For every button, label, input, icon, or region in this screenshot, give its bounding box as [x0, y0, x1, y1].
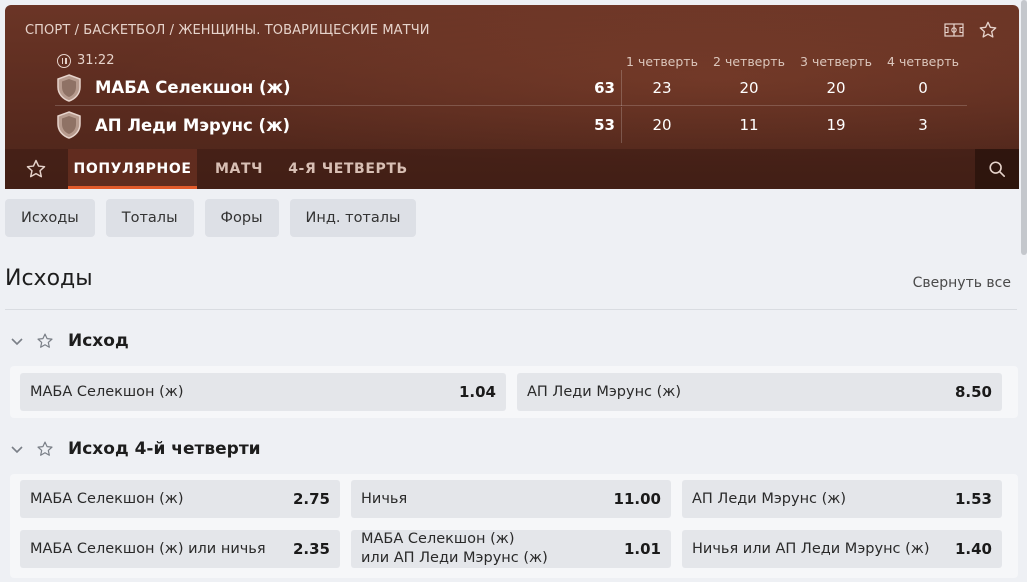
quarter-score: 20 [826, 78, 846, 97]
star-icon[interactable] [25, 158, 47, 180]
quarter-score: 20 [652, 116, 672, 134]
odd-value: 1.53 [954, 490, 992, 508]
odd-label: Ничья [361, 490, 408, 507]
odd-button[interactable]: АП Леди Мэрунс (ж) 1.53 [682, 480, 1002, 518]
tab-match[interactable]: МАТЧ [205, 149, 273, 189]
team-total-score: 53 [594, 116, 615, 134]
tab-popular[interactable]: ПОПУЛЯРНОЕ [68, 149, 197, 189]
odd-label: МАБА Селекшон (ж) [30, 490, 184, 507]
odd-button[interactable]: МАБА Селекшон (ж) или ничья 2.35 [20, 530, 340, 568]
divider [5, 309, 1017, 310]
match-timer: 31:22 [57, 53, 114, 68]
shield-icon [57, 111, 81, 139]
quarter-score: 0 [918, 78, 928, 97]
scoreboard: СПОРТ / БАСКЕТБОЛ / ЖЕНЩИНЫ. ТОВАРИЩЕСКИ… [5, 5, 1019, 189]
breadcrumb[interactable]: СПОРТ / БАСКЕТБОЛ / ЖЕНЩИНЫ. ТОВАРИЩЕСКИ… [25, 23, 430, 38]
chip-individual-totals[interactable]: Инд. тоталы [289, 199, 417, 237]
odd-button[interactable]: МАБА Селекшон (ж) 2.75 [20, 480, 340, 518]
odd-value: 11.00 [613, 490, 661, 508]
market-4th-quarter-outcome: МАБА Селекшон (ж) 2.75 Ничья 11.00 АП Ле… [10, 474, 1018, 578]
tab-4th-quarter[interactable]: 4-Я ЧЕТВЕРТЬ [283, 149, 413, 189]
odd-label: МАБА Селекшон (ж) или ничья [30, 540, 266, 557]
quarter-score: 23 [652, 78, 672, 97]
odd-button[interactable]: АП Леди Мэрунс (ж) 8.50 [517, 373, 1002, 411]
quarter-score: 19 [826, 116, 846, 134]
chip-totals[interactable]: Тоталы [105, 199, 194, 237]
odd-value: 1.04 [458, 383, 496, 401]
market-title: Исход 4-й четверти [68, 439, 261, 459]
odd-label-line: МАБА Селекшон (ж) [361, 531, 515, 548]
scrollbar[interactable] [1021, 0, 1027, 255]
market-header[interactable]: Исход 4-й четверти [10, 439, 261, 459]
pause-icon [57, 53, 71, 68]
odd-value: 2.75 [292, 490, 330, 508]
timer-value: 31:22 [77, 53, 115, 68]
odd-label: АП Леди Мэрунс (ж) [692, 490, 847, 507]
market-title: Исход [68, 331, 129, 351]
filter-chips: Исходы Тоталы Форы Инд. тоталы [5, 199, 417, 237]
quarter-header-3: 3 четверть [800, 54, 872, 69]
odd-label: АП Леди Мэрунс (ж) [527, 383, 682, 400]
chip-outcomes[interactable]: Исходы [5, 199, 95, 237]
basketball-court-icon[interactable] [943, 19, 965, 41]
search-button[interactable] [975, 149, 1019, 189]
team-total-score: 63 [594, 78, 615, 97]
shield-icon [57, 73, 81, 102]
quarter-score: 11 [739, 116, 759, 134]
market-header[interactable]: Исход [10, 331, 129, 351]
quarter-score: 3 [918, 116, 928, 134]
star-icon[interactable] [36, 332, 54, 350]
collapse-all-link[interactable]: Свернуть все [913, 275, 1011, 291]
search-icon [989, 161, 1006, 178]
market-outcome: МАБА Селекшон (ж) 1.04 АП Леди Мэрунс (ж… [10, 366, 1018, 418]
chevron-down-icon[interactable] [10, 442, 24, 456]
odd-label: МАБА Селекшон (ж) [30, 383, 184, 400]
team-row: МАБА Селекшон (ж) 63 23 20 20 0 [55, 70, 967, 106]
section-title: Исходы [5, 266, 93, 291]
odd-value: 1.01 [623, 540, 661, 558]
team-row: АП Леди Мэрунс (ж) 53 20 11 19 3 [55, 107, 967, 143]
quarter-header-2: 2 четверть [713, 54, 785, 69]
odd-button[interactable]: МАБА Селекшон (ж) 1.04 [20, 373, 506, 411]
team-name: МАБА Селекшон (ж) [95, 78, 291, 97]
favorite-star-icon[interactable] [977, 19, 999, 41]
header-actions [943, 19, 999, 41]
odd-button[interactable]: Ничья или АП Леди Мэрунс (ж) 1.40 [682, 530, 1002, 568]
odd-label: Ничья или АП Леди Мэрунс (ж) [692, 540, 930, 557]
market-tabs: ПОПУЛЯРНОЕ МАТЧ 4-Я ЧЕТВЕРТЬ [5, 149, 1019, 189]
quarter-header-1: 1 четверть [626, 54, 698, 69]
odd-value: 1.40 [954, 540, 992, 558]
team-name: АП Леди Мэрунс (ж) [95, 115, 291, 135]
odd-value: 2.35 [292, 540, 330, 558]
star-icon[interactable] [36, 440, 54, 458]
odd-label: МАБА Селекшон (ж) или АП Леди Мэрунс (ж) [361, 530, 548, 568]
chip-handicaps[interactable]: Форы [204, 199, 279, 237]
chevron-down-icon[interactable] [10, 334, 24, 348]
odd-label-line: или АП Леди Мэрунс (ж) [361, 550, 548, 566]
odd-value: 8.50 [954, 383, 992, 401]
odd-button[interactable]: Ничья 11.00 [351, 480, 671, 518]
quarter-score: 20 [739, 78, 759, 97]
quarter-header-4: 4 четверть [887, 54, 959, 69]
odd-button[interactable]: МАБА Селекшон (ж) или АП Леди Мэрунс (ж)… [351, 530, 671, 568]
